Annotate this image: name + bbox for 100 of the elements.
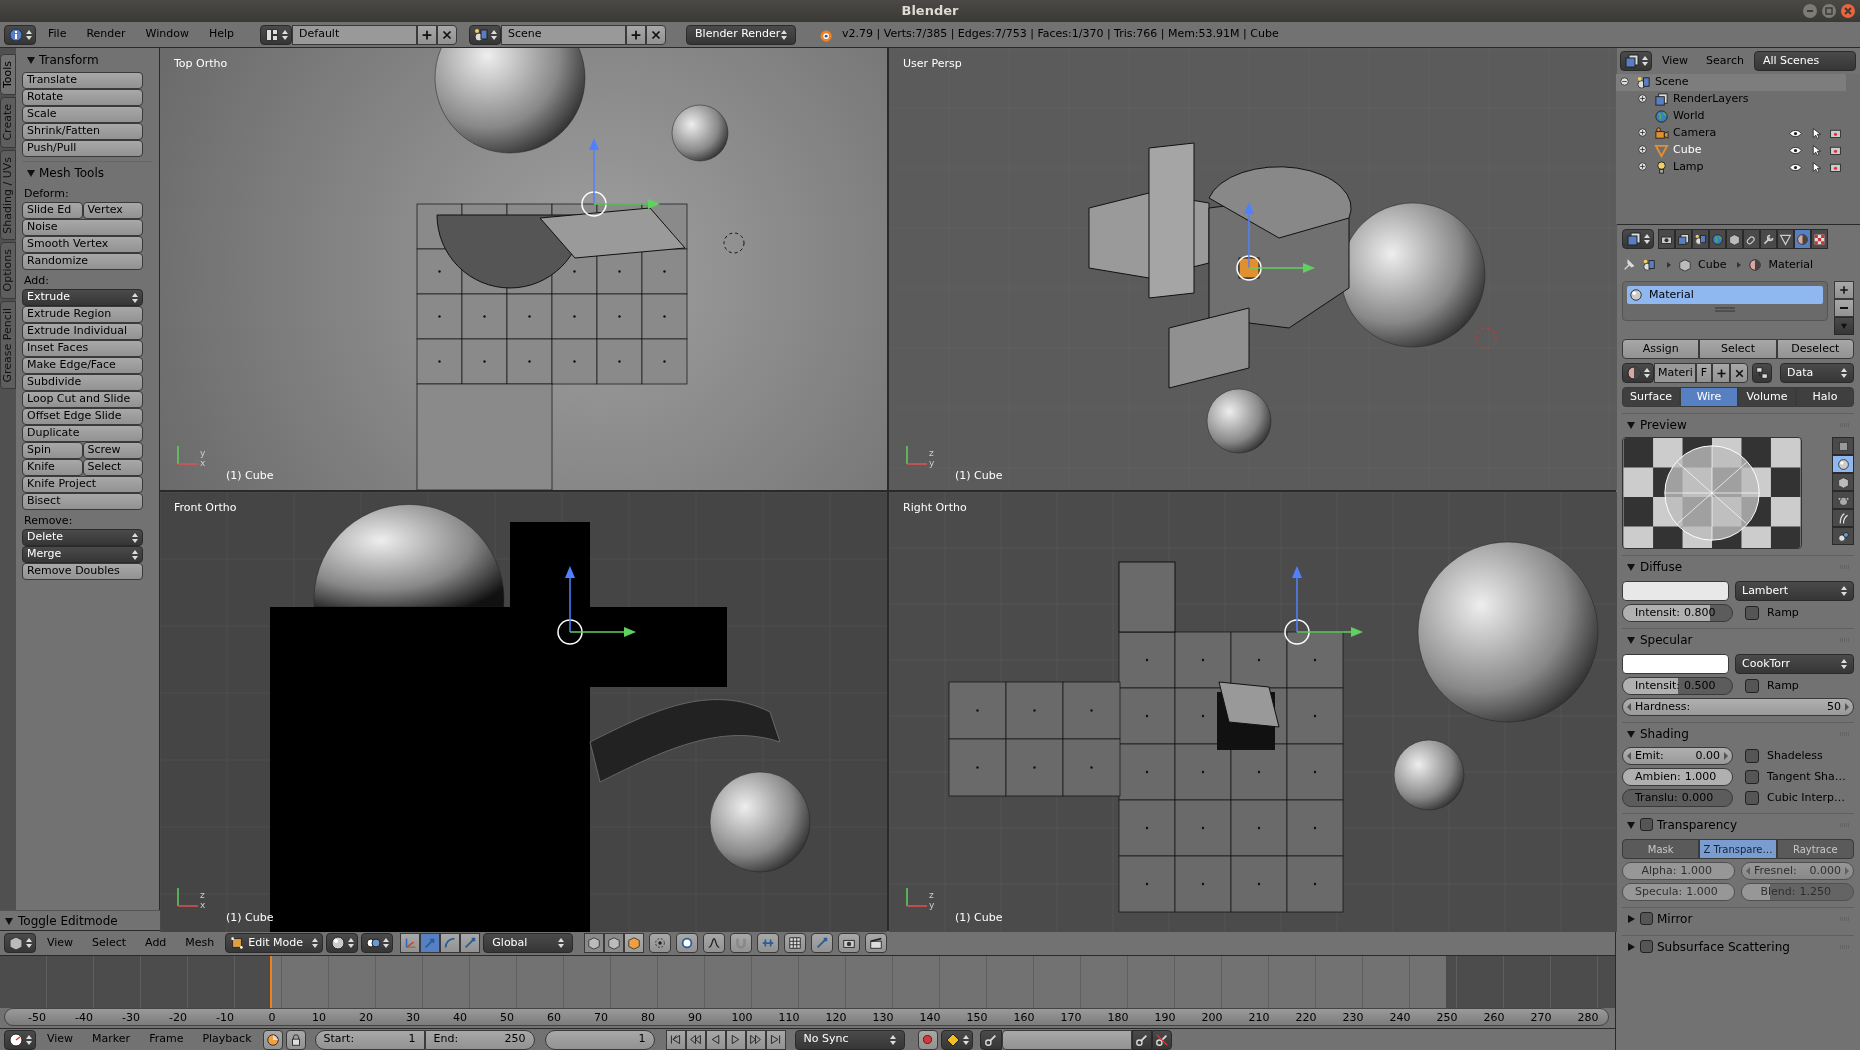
tool-button[interactable]: Rotate [22,89,143,106]
outliner-item[interactable]: World [1673,108,1705,125]
slot-action-button[interactable]: Assign [1622,339,1700,359]
panel-header[interactable]: Transform [39,51,99,69]
hardness-field[interactable]: Hardness: 50 [1622,698,1854,716]
display-mode-dropdown[interactable]: All Scenes [1753,51,1856,71]
menu-item[interactable]: View [1654,51,1697,71]
menu-item[interactable]: Window [137,24,197,45]
shelf-tab[interactable]: Tools [0,54,16,96]
value-slider[interactable]: Ambien: 1.000 [1622,768,1733,786]
slot-action-button[interactable]: Select [1699,339,1777,359]
value-slider[interactable]: Specula: 1.000 [1622,883,1735,901]
3d-viewport[interactable]: Front Ortho z x (1) Cube [160,492,887,932]
name-field[interactable]: Default [292,24,418,45]
tool-button[interactable]: Merge [22,546,143,563]
panel-header[interactable]: Mirror [1657,909,1840,928]
current-frame-field[interactable]: 1 [544,1029,655,1050]
panel-header[interactable]: Transparency [1657,815,1840,834]
tool-button[interactable]: Extrude [22,289,143,306]
panel-header[interactable]: Diffuse [1640,557,1840,576]
material-type-tab[interactable]: Volume [1738,387,1796,407]
checkbox-label[interactable]: Cubic Interp… [1767,789,1846,807]
menu-item[interactable]: View [39,933,82,953]
number-field[interactable]: Emit: 0.00 [1622,747,1733,765]
tool-button[interactable]: Extrude Individual [22,323,143,340]
value-slider[interactable]: Alpha: 1.000 [1622,862,1735,880]
slot-action-button[interactable]: Deselect [1776,339,1854,359]
shader-dropdown[interactable]: Lambert [1735,581,1854,601]
tool-button[interactable]: Vertex [82,202,143,219]
tool-button[interactable]: Shrink/Fatten [22,123,143,140]
menu-item[interactable]: Help [200,24,243,45]
tool-button[interactable]: Offset Edge Slide [22,408,143,425]
material-slot[interactable]: Material [1627,286,1823,304]
tool-button[interactable]: Bisect [22,493,143,510]
timeline[interactable]: -50 -40 -30 -20 -10 0 10 20 30 40 50 60 70 80 90 100 110 120 130 140 150 160 170 180 190 200 210 220 230 240 250 260 270 280 [0,955,1615,1028]
end-frame-field[interactable]: End: 250 [424,1029,535,1050]
render-engine-dropdown[interactable]: Blender Render [686,24,797,45]
menu-item[interactable]: Search [1698,51,1752,71]
tool-button[interactable]: Push/Pull [22,140,143,157]
intensity-slider[interactable]: Intensit: 0.800 [1622,604,1733,622]
material-type-tab[interactable]: Halo [1796,387,1854,407]
tool-button[interactable]: Delete [22,529,143,546]
panel-header[interactable]: Mesh Tools [39,163,104,182]
outliner-item[interactable]: RenderLayers [1673,91,1749,108]
panel-header[interactable]: Subsurface Scattering [1657,937,1840,956]
menu-item[interactable]: Marker [84,1029,139,1050]
material-type-tab[interactable]: Wire [1680,387,1738,407]
tool-button[interactable]: Select [82,459,143,476]
sync-dropdown[interactable]: No Sync [794,1029,905,1050]
menu-item[interactable]: Mesh [177,933,223,953]
material-type-tab[interactable]: Surface [1622,387,1680,407]
orientation-dropdown[interactable]: Global [483,933,574,953]
menu-item[interactable]: Select [84,933,135,953]
menu-item[interactable]: Render [78,24,134,45]
menu-item[interactable]: Frame [141,1029,192,1050]
fake-user-button[interactable]: F [1696,363,1712,383]
link-mode-dropdown[interactable]: Data [1780,363,1854,383]
panel-header[interactable]: Preview [1640,415,1840,434]
tool-button[interactable]: Noise [22,219,143,236]
name-field[interactable]: Scene [501,24,627,45]
menu-item[interactable]: View [39,1029,82,1050]
tool-button[interactable]: Subdivide [22,374,143,391]
tool-button[interactable]: Inset Faces [22,340,143,357]
tool-button[interactable]: Smooth Vertex [22,236,143,253]
tool-button[interactable]: Translate [22,72,143,89]
tool-button[interactable]: Make Edge/Face [22,357,143,374]
transparency-method-tab[interactable]: Mask [1622,839,1700,859]
tool-button[interactable]: Extrude Region [22,306,143,323]
checkbox-label[interactable]: Ramp [1767,677,1799,695]
checkbox-label[interactable]: Tangent Sha… [1767,768,1846,786]
tool-button[interactable]: Duplicate [22,425,143,442]
menu-item[interactable]: Add [137,933,175,953]
outliner-item[interactable]: Scene [1655,74,1689,91]
tool-button[interactable]: Knife [22,459,83,476]
transparency-method-tab[interactable]: Raytrace [1776,839,1854,859]
checkbox-label[interactable]: Shadeless [1767,747,1823,765]
panel-header[interactable]: Specular [1640,630,1840,649]
menu-item[interactable]: Playback [194,1029,260,1050]
tool-button[interactable]: Randomize [22,253,143,270]
tool-button[interactable]: Loop Cut and Slide [22,391,143,408]
transparency-method-tab[interactable]: Z Transpare… [1699,839,1777,859]
menu-item[interactable]: File [40,24,75,45]
tool-button[interactable]: Scale [22,106,143,123]
tool-button[interactable]: Remove Doubles [22,563,143,580]
tool-button[interactable]: Spin [22,442,83,459]
tool-button[interactable]: Slide Ed [22,202,83,219]
tool-button[interactable]: Screw [82,442,143,459]
breadcrumb-item[interactable]: Material [1768,256,1814,274]
panel-header[interactable]: Shading [1640,724,1840,743]
outliner-item[interactable]: Camera [1673,125,1717,142]
tool-button[interactable]: Knife Project [22,476,143,493]
3d-viewport[interactable]: User Persp z y (1) Cube [889,48,1617,490]
outliner-item[interactable]: Lamp [1673,159,1704,176]
3d-viewport[interactable]: Right Ortho z y (1) Cube [889,492,1617,932]
intensity-slider[interactable]: Intensit: 0.500 [1622,677,1733,695]
material-name-field[interactable]: Materi [1654,363,1696,383]
start-frame-field[interactable]: Start: 1 [314,1029,425,1050]
breadcrumb-item[interactable]: Cube [1698,256,1727,274]
3d-viewport[interactable]: Top Ortho y x (1) Cube [160,48,887,490]
checkbox-label[interactable]: Ramp [1767,604,1799,622]
